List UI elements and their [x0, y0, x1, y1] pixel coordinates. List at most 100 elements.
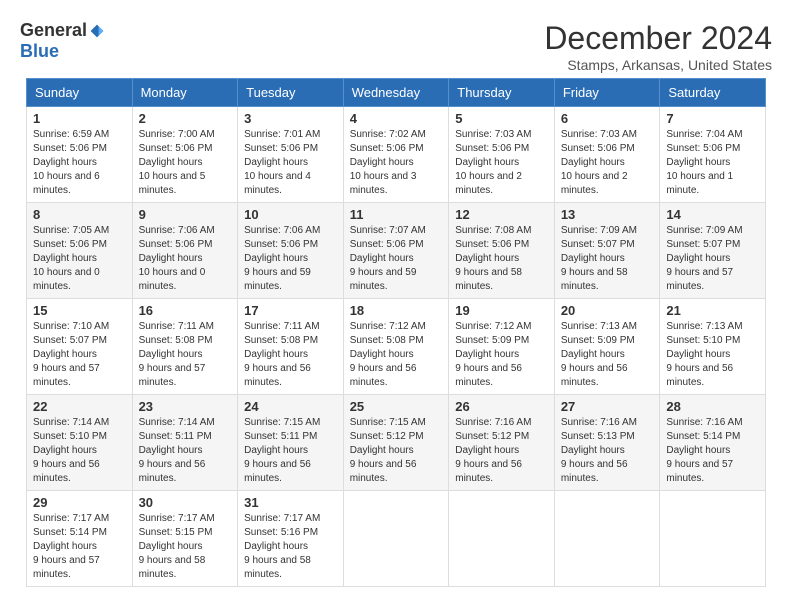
calendar-cell: 3 Sunrise: 7:01 AM Sunset: 5:06 PM Dayli… — [238, 107, 344, 203]
sunset-label: Sunset: 5:06 PM — [350, 143, 424, 154]
sunrise-label: Sunrise: 7:02 AM — [350, 129, 426, 140]
daylight-value: 9 hours and 57 minutes. — [139, 363, 206, 388]
sunrise-label: Sunrise: 6:59 AM — [33, 129, 109, 140]
calendar-cell: 23 Sunrise: 7:14 AM Sunset: 5:11 PM Dayl… — [132, 395, 238, 491]
day-number: 29 — [33, 495, 126, 510]
daylight-label: Daylight hours — [350, 445, 414, 456]
cell-info: Sunrise: 7:17 AM Sunset: 5:14 PM Dayligh… — [33, 512, 126, 582]
calendar-cell: 31 Sunrise: 7:17 AM Sunset: 5:16 PM Dayl… — [238, 491, 344, 587]
daylight-value: 9 hours and 58 minutes. — [561, 267, 628, 292]
day-number: 16 — [139, 303, 232, 318]
sunrise-label: Sunrise: 7:01 AM — [244, 129, 320, 140]
sunrise-label: Sunrise: 7:03 AM — [455, 129, 531, 140]
cell-info: Sunrise: 7:12 AM Sunset: 5:08 PM Dayligh… — [350, 320, 443, 390]
daylight-value: 9 hours and 56 minutes. — [666, 363, 733, 388]
col-sunday: Sunday — [27, 79, 133, 107]
daylight-label: Daylight hours — [666, 349, 730, 360]
daylight-label: Daylight hours — [244, 349, 308, 360]
daylight-label: Daylight hours — [33, 157, 97, 168]
calendar-cell: 13 Sunrise: 7:09 AM Sunset: 5:07 PM Dayl… — [554, 203, 660, 299]
day-number: 14 — [666, 207, 759, 222]
daylight-value: 9 hours and 56 minutes. — [350, 459, 417, 484]
sunset-label: Sunset: 5:08 PM — [350, 335, 424, 346]
sunrise-label: Sunrise: 7:17 AM — [139, 513, 215, 524]
calendar-cell: 22 Sunrise: 7:14 AM Sunset: 5:10 PM Dayl… — [27, 395, 133, 491]
cell-info: Sunrise: 7:06 AM Sunset: 5:06 PM Dayligh… — [244, 224, 337, 294]
daylight-value: 9 hours and 56 minutes. — [455, 363, 522, 388]
cell-info: Sunrise: 7:10 AM Sunset: 5:07 PM Dayligh… — [33, 320, 126, 390]
day-number: 2 — [139, 111, 232, 126]
day-number: 18 — [350, 303, 443, 318]
sunrise-label: Sunrise: 7:14 AM — [33, 417, 109, 428]
sunset-label: Sunset: 5:14 PM — [33, 527, 107, 538]
daylight-value: 10 hours and 4 minutes. — [244, 171, 311, 196]
sunrise-label: Sunrise: 7:16 AM — [666, 417, 742, 428]
daylight-label: Daylight hours — [244, 157, 308, 168]
sunrise-label: Sunrise: 7:15 AM — [244, 417, 320, 428]
calendar-week-1: 1 Sunrise: 6:59 AM Sunset: 5:06 PM Dayli… — [27, 107, 766, 203]
calendar-cell: 15 Sunrise: 7:10 AM Sunset: 5:07 PM Dayl… — [27, 299, 133, 395]
cell-info: Sunrise: 7:13 AM Sunset: 5:10 PM Dayligh… — [666, 320, 759, 390]
day-number: 27 — [561, 399, 654, 414]
cell-info: Sunrise: 7:09 AM Sunset: 5:07 PM Dayligh… — [666, 224, 759, 294]
col-friday: Friday — [554, 79, 660, 107]
daylight-value: 10 hours and 2 minutes. — [455, 171, 522, 196]
daylight-label: Daylight hours — [244, 445, 308, 456]
day-number: 21 — [666, 303, 759, 318]
location-title: Stamps, Arkansas, United States — [544, 57, 772, 73]
daylight-value: 10 hours and 3 minutes. — [350, 171, 417, 196]
logo-general: General — [20, 20, 87, 41]
daylight-label: Daylight hours — [139, 349, 203, 360]
sunrise-label: Sunrise: 7:17 AM — [33, 513, 109, 524]
day-number: 31 — [244, 495, 337, 510]
calendar-cell: 21 Sunrise: 7:13 AM Sunset: 5:10 PM Dayl… — [660, 299, 766, 395]
day-number: 30 — [139, 495, 232, 510]
day-number: 9 — [139, 207, 232, 222]
calendar-wrapper: Sunday Monday Tuesday Wednesday Thursday… — [10, 78, 782, 587]
day-number: 19 — [455, 303, 548, 318]
calendar-cell: 2 Sunrise: 7:00 AM Sunset: 5:06 PM Dayli… — [132, 107, 238, 203]
calendar-cell: 16 Sunrise: 7:11 AM Sunset: 5:08 PM Dayl… — [132, 299, 238, 395]
cell-info: Sunrise: 7:04 AM Sunset: 5:06 PM Dayligh… — [666, 128, 759, 198]
daylight-label: Daylight hours — [666, 157, 730, 168]
sunset-label: Sunset: 5:10 PM — [33, 431, 107, 442]
sunrise-label: Sunrise: 7:00 AM — [139, 129, 215, 140]
daylight-value: 9 hours and 57 minutes. — [33, 555, 100, 580]
day-number: 11 — [350, 207, 443, 222]
sunset-label: Sunset: 5:15 PM — [139, 527, 213, 538]
cell-info: Sunrise: 7:14 AM Sunset: 5:11 PM Dayligh… — [139, 416, 232, 486]
daylight-label: Daylight hours — [455, 253, 519, 264]
calendar-cell: 1 Sunrise: 6:59 AM Sunset: 5:06 PM Dayli… — [27, 107, 133, 203]
sunrise-label: Sunrise: 7:12 AM — [455, 321, 531, 332]
daylight-label: Daylight hours — [561, 157, 625, 168]
logo-icon — [89, 23, 105, 39]
sunrise-label: Sunrise: 7:09 AM — [666, 225, 742, 236]
daylight-label: Daylight hours — [139, 445, 203, 456]
day-number: 23 — [139, 399, 232, 414]
sunset-label: Sunset: 5:10 PM — [666, 335, 740, 346]
sunrise-label: Sunrise: 7:14 AM — [139, 417, 215, 428]
sunrise-label: Sunrise: 7:06 AM — [244, 225, 320, 236]
sunset-label: Sunset: 5:07 PM — [666, 239, 740, 250]
calendar-cell: 18 Sunrise: 7:12 AM Sunset: 5:08 PM Dayl… — [343, 299, 449, 395]
cell-info: Sunrise: 7:12 AM Sunset: 5:09 PM Dayligh… — [455, 320, 548, 390]
sunset-label: Sunset: 5:12 PM — [455, 431, 529, 442]
cell-info: Sunrise: 7:05 AM Sunset: 5:06 PM Dayligh… — [33, 224, 126, 294]
daylight-value: 9 hours and 59 minutes. — [350, 267, 417, 292]
daylight-value: 9 hours and 56 minutes. — [350, 363, 417, 388]
col-monday: Monday — [132, 79, 238, 107]
day-number: 20 — [561, 303, 654, 318]
calendar-cell: 29 Sunrise: 7:17 AM Sunset: 5:14 PM Dayl… — [27, 491, 133, 587]
sunset-label: Sunset: 5:12 PM — [350, 431, 424, 442]
daylight-value: 9 hours and 56 minutes. — [244, 459, 311, 484]
calendar-cell: 26 Sunrise: 7:16 AM Sunset: 5:12 PM Dayl… — [449, 395, 555, 491]
sunset-label: Sunset: 5:06 PM — [350, 239, 424, 250]
daylight-label: Daylight hours — [244, 253, 308, 264]
daylight-value: 10 hours and 0 minutes. — [139, 267, 206, 292]
calendar-cell — [554, 491, 660, 587]
day-number: 22 — [33, 399, 126, 414]
daylight-label: Daylight hours — [33, 445, 97, 456]
sunset-label: Sunset: 5:11 PM — [139, 431, 212, 442]
daylight-label: Daylight hours — [33, 253, 97, 264]
cell-info: Sunrise: 6:59 AM Sunset: 5:06 PM Dayligh… — [33, 128, 126, 198]
